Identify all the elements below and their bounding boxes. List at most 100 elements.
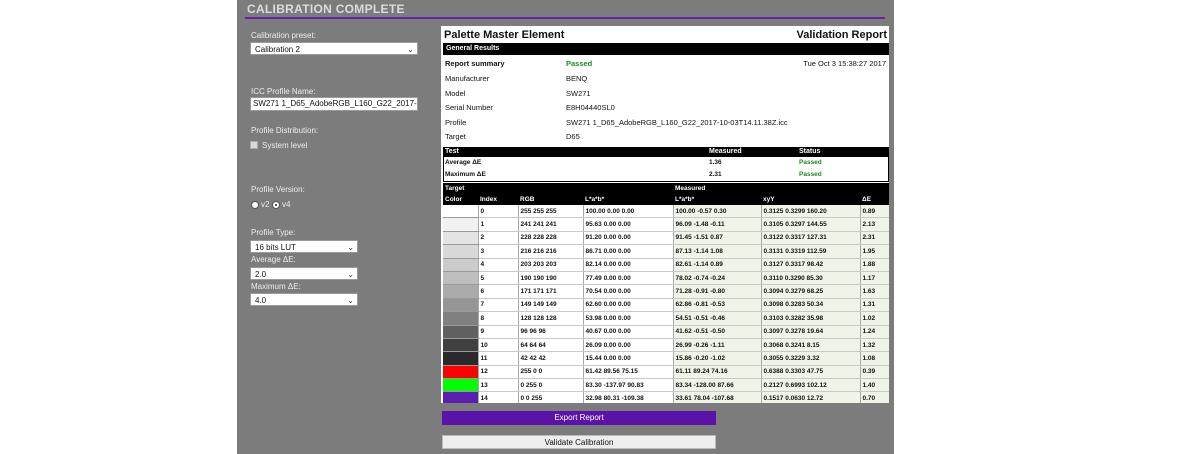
rgb-cell: 190 190 190	[518, 271, 584, 286]
color-swatch	[443, 205, 479, 219]
measured-group-header: Measured	[673, 183, 889, 194]
preset-select[interactable]: Calibration 2 ⌄	[250, 42, 418, 55]
lab-target-cell: 77.49 0.00 0.00	[583, 271, 674, 286]
xyy-cell: 0.3097 0.3278 19.64	[761, 325, 861, 339]
lab-measured-cell: 96.09 -1.48 -0.11	[673, 217, 762, 232]
validate-calibration-button[interactable]: Validate Calibration	[442, 435, 716, 449]
lab-measured-cell: 33.61 78.04 -107.68	[673, 391, 762, 403]
result-row: 3 216 216 216 86.71 0.00 0.00 87.13 -1.14 1…	[443, 244, 889, 259]
profile-type-label: Profile Type:	[251, 228, 296, 237]
rgb-col-header: RGB	[518, 194, 583, 205]
profile-distribution-label: Profile Distribution:	[251, 126, 319, 135]
maximum-de-select[interactable]: 4.0 ⌄	[250, 293, 358, 306]
color-swatch	[443, 231, 479, 246]
version-v2-label: v2	[261, 200, 270, 209]
rgb-cell: 241 241 241	[518, 217, 584, 232]
result-row: 13 0 255 0 83.30 -137.97 90.83 83.34 -128.0…	[443, 378, 889, 393]
lab-measured-cell: 62.86 -0.81 -0.53	[673, 298, 762, 313]
info-value: SW271 1_D65_AdobeRGB_L160_G22_2017-10-03…	[566, 117, 788, 127]
icc-profile-name-input[interactable]: SW271 1_D65_AdobeRGB_L160_G22_2017-	[250, 97, 418, 111]
xyy-cell: 0.3098 0.3283 50.34	[761, 298, 861, 313]
chevron-down-icon: ⌄	[347, 270, 354, 279]
xyy-cell: 0.3125 0.3299 160.20	[761, 205, 861, 219]
test-name: Average ΔE	[445, 159, 482, 166]
test-measured: 1.36	[709, 159, 722, 166]
chevron-down-icon: ⌄	[347, 296, 354, 305]
result-row: 4 203 203 203 82.14 0.00 0.00 82.61 -1.14 0…	[443, 258, 889, 272]
lab-measured-cell: 82.61 -1.14 0.89	[673, 258, 762, 272]
result-row: 9 96 96 96 40.67 0.00 0.00 41.62 -0.51 -0.5…	[443, 325, 889, 339]
index-cell: 8	[478, 311, 519, 326]
lab-target-col-header: L*a*b*	[583, 194, 674, 205]
average-de-value: 2.0	[255, 270, 267, 279]
title-divider	[245, 17, 885, 19]
info-value: D65	[566, 132, 580, 142]
delta-e-cell: 1.17	[860, 271, 889, 286]
report-summary-label: Report summary	[445, 59, 505, 68]
color-swatch	[443, 244, 479, 259]
rgb-cell: 255 0 0	[518, 365, 584, 380]
lab-measured-cell: 26.99 -0.26 -1.11	[673, 338, 762, 353]
index-cell: 10	[478, 338, 519, 353]
system-level-checkbox[interactable]	[250, 141, 258, 149]
result-row: 1 241 241 241 95.63 0.00 0.00 96.09 -1.48 -…	[443, 217, 889, 232]
result-row: 0 255 255 255 100.00 0.00 0.00 100.00 -0.57…	[443, 205, 889, 219]
rgb-cell: 216 216 216	[518, 244, 584, 259]
window-title: CALIBRATION COMPLETE	[247, 2, 405, 16]
rgb-cell: 128 128 128	[518, 311, 584, 326]
rgb-cell: 149 149 149	[518, 298, 584, 313]
tests-list: Average ΔE 1.36 Passed Maximum ΔE 2.31 Passed	[444, 157, 888, 181]
xyy-cell: 0.3105 0.3297 144.55	[761, 217, 861, 232]
lab-target-cell: 32.98 80.31 -109.38	[583, 391, 674, 403]
color-swatch	[443, 284, 479, 299]
version-v4-radio[interactable]	[272, 201, 280, 209]
delta-e-col-header: ΔE	[860, 194, 889, 205]
index-cell: 7	[478, 298, 519, 313]
result-row: 6 171 171 171 70.54 0.00 0.00 71.28 -0.91 -…	[443, 284, 889, 299]
profile-type-select[interactable]: 16 bits LUT ⌄	[250, 240, 358, 253]
lab-measured-cell: 71.28 -0.91 -0.80	[673, 284, 762, 299]
lab-measured-cell: 83.34 -128.00 87.66	[673, 378, 762, 393]
lab-target-cell: 95.63 0.00 0.00	[583, 217, 674, 232]
info-label: Serial Number	[445, 103, 493, 113]
color-swatch	[443, 378, 479, 393]
xyy-cell: 0.3122 0.3317 127.31	[761, 231, 861, 246]
delta-e-cell: 1.88	[860, 258, 889, 272]
delta-e-cell: 0.39	[860, 365, 889, 380]
color-swatch	[443, 311, 479, 326]
delta-e-cell: 1.63	[860, 284, 889, 299]
color-swatch	[443, 217, 479, 232]
color-swatch	[443, 365, 479, 380]
result-row: 11 42 42 42 15.44 0.00 0.00 15.86 -0.20 -1.…	[443, 351, 889, 366]
delta-e-cell: 1.24	[860, 325, 889, 339]
index-cell: 6	[478, 284, 519, 299]
icc-profile-label: ICC Profile Name:	[251, 87, 316, 96]
lab-target-cell: 86.71 0.00 0.00	[583, 244, 674, 259]
preset-label: Calibration preset:	[251, 31, 316, 40]
profile-version-label: Profile Version:	[251, 185, 305, 194]
index-cell: 9	[478, 325, 519, 339]
average-de-select[interactable]: 2.0 ⌄	[250, 267, 358, 280]
index-cell: 14	[478, 391, 519, 403]
delta-e-cell: 0.89	[860, 205, 889, 219]
version-v2-radio[interactable]	[251, 201, 259, 209]
maximum-de-value: 4.0	[255, 296, 267, 305]
result-row: 2 228 228 228 91.20 0.00 0.00 91.45 -1.51 0…	[443, 231, 889, 246]
lab-measured-cell: 100.00 -0.57 0.30	[673, 205, 762, 219]
result-row: 10 64 64 64 26.09 0.00 0.00 26.99 -0.26 -1.…	[443, 338, 889, 353]
report-date: Tue Oct 3 15:38:27 2017	[803, 59, 886, 68]
info-value: SW271	[566, 88, 591, 98]
lab-target-cell: 40.67 0.00 0.00	[583, 325, 674, 339]
index-cell: 3	[478, 244, 519, 259]
result-row: 14 0 0 255 32.98 80.31 -109.38 33.61 78.04 …	[443, 391, 889, 403]
export-report-button[interactable]: Export Report	[442, 411, 716, 425]
xyy-cell: 0.2127 0.6993 102.12	[761, 378, 861, 393]
lab-measured-cell: 15.86 -0.20 -1.02	[673, 351, 762, 366]
xyy-col-header: xyY	[761, 194, 861, 205]
index-cell: 5	[478, 271, 519, 286]
result-row: 7 149 149 149 62.60 0.00 0.00 62.86 -0.81 -…	[443, 298, 889, 313]
test-name: Maximum ΔE	[445, 171, 486, 178]
maximum-de-label: Maximum ΔE:	[251, 282, 301, 291]
delta-e-cell: 2.31	[860, 231, 889, 246]
measured-header: Measured	[709, 148, 742, 155]
